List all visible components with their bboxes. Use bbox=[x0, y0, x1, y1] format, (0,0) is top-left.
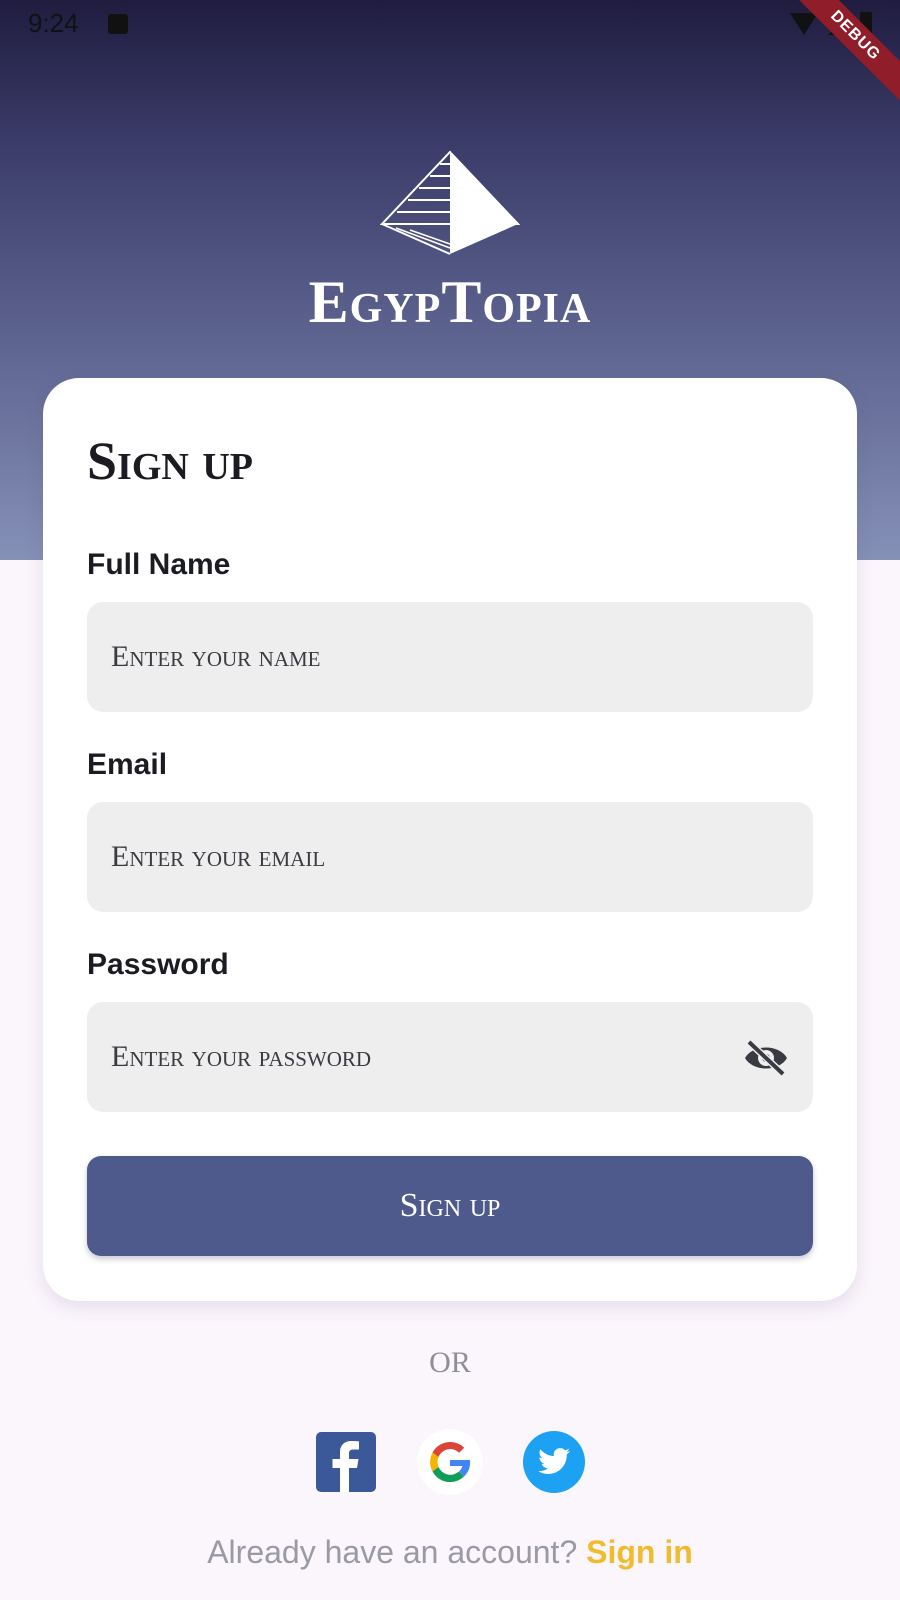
status-bar: 9:24 bbox=[0, 0, 900, 48]
social-login-row bbox=[0, 1426, 900, 1498]
app-logo: EgypTopia bbox=[0, 150, 900, 337]
status-time: 9:24 bbox=[28, 8, 79, 38]
facebook-icon bbox=[316, 1432, 376, 1492]
google-login-button[interactable] bbox=[414, 1426, 486, 1498]
email-field bbox=[87, 802, 813, 912]
twitter-login-button[interactable] bbox=[518, 1426, 590, 1498]
form-title: Sign up bbox=[87, 431, 253, 491]
signup-card: Sign up Full Name Email Password Sign up bbox=[43, 378, 857, 1301]
password-input[interactable] bbox=[87, 1002, 813, 1112]
app-title: EgypTopia bbox=[308, 269, 592, 335]
wifi-icon bbox=[790, 13, 818, 35]
sign-in-prompt: Already have an account? bbox=[207, 1534, 578, 1570]
footer: Already have an account? Sign in bbox=[0, 1534, 900, 1571]
email-input[interactable] bbox=[87, 802, 813, 912]
google-icon bbox=[417, 1429, 483, 1495]
full-name-field bbox=[87, 602, 813, 712]
facebook-login-button[interactable] bbox=[310, 1426, 382, 1498]
email-label: Email bbox=[87, 748, 168, 781]
password-label: Password bbox=[87, 948, 229, 981]
password-field bbox=[87, 1002, 813, 1112]
visibility-off-icon[interactable] bbox=[743, 1038, 789, 1078]
notification-icon bbox=[108, 14, 128, 34]
full-name-input[interactable] bbox=[87, 602, 813, 712]
twitter-icon bbox=[523, 1431, 585, 1493]
full-name-label: Full Name bbox=[87, 548, 231, 581]
or-divider: OR bbox=[429, 1346, 471, 1379]
pyramid-icon bbox=[380, 150, 520, 255]
sign-up-button[interactable]: Sign up bbox=[87, 1156, 813, 1256]
sign-in-link[interactable]: Sign in bbox=[586, 1534, 693, 1570]
